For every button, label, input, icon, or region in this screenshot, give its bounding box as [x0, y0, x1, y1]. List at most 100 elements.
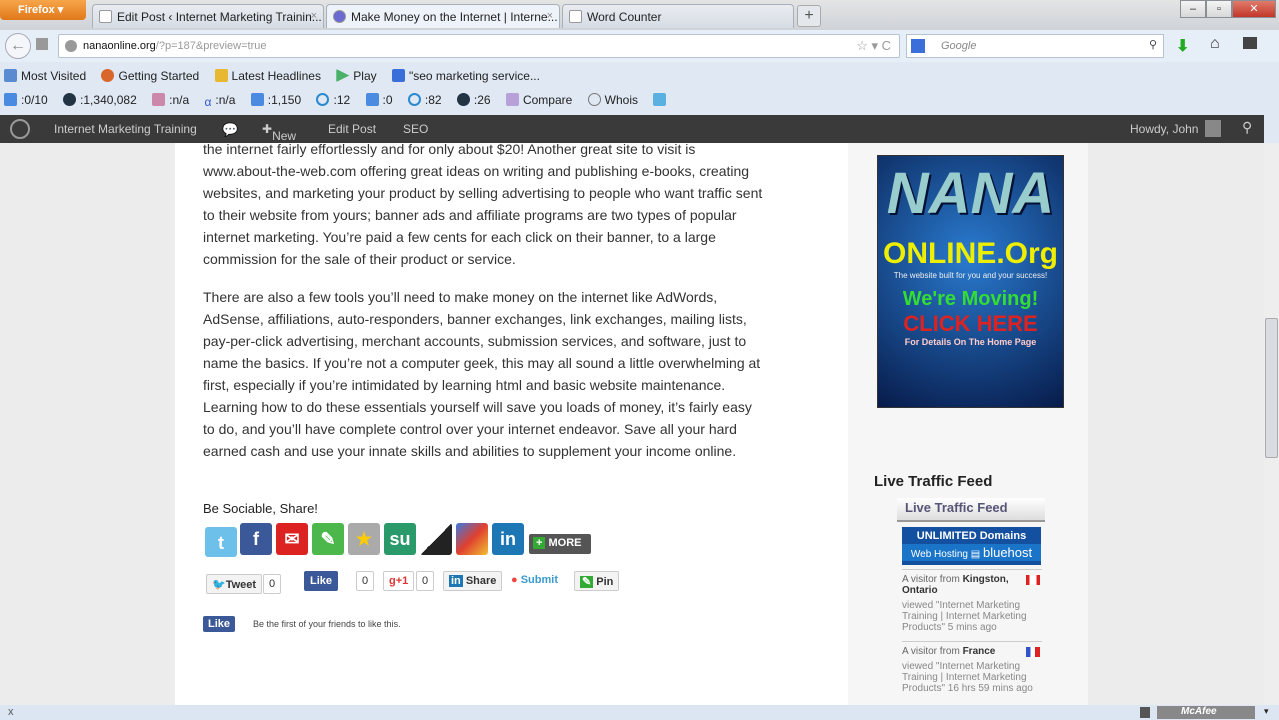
twitter-bird-icon: 🐦 [212, 579, 226, 591]
bookmark-getting-started[interactable]: Getting Started [101, 69, 205, 83]
facebook-like-button[interactable]: Like [304, 571, 339, 591]
page-content: the internet fairly effortlessly and for… [0, 143, 1264, 705]
addon-icon[interactable] [1140, 707, 1150, 718]
history-icon[interactable] [36, 38, 48, 50]
wp-site-link[interactable]: Internet Marketing Training [54, 122, 197, 136]
close-addon-bar-button[interactable]: x [8, 706, 14, 718]
google-links[interactable]: :0 [365, 93, 399, 107]
search-icon[interactable]: ⚲ [1242, 119, 1252, 136]
wp-new-button[interactable]: ✚ New [262, 122, 296, 143]
bookmark-latest-headlines[interactable]: Latest Headlines [214, 69, 327, 83]
google-icon [391, 69, 405, 82]
backlinks[interactable]: :26 [456, 93, 497, 107]
scrollbar-thumb[interactable] [1265, 318, 1278, 458]
live-traffic-feed-header[interactable]: Live Traffic Feed [897, 498, 1045, 522]
back-button[interactable]: ← [5, 33, 31, 59]
canada-flag-icon [1026, 575, 1040, 585]
facebook-share-icon[interactable]: f [240, 523, 272, 555]
page-icon [569, 10, 582, 23]
bluehost-ad[interactable]: UNLIMITED Domains Web Hosting ▤ bluehost [902, 527, 1041, 565]
avatar[interactable] [1205, 120, 1221, 137]
home-icon[interactable]: ⌂ [1210, 35, 1220, 53]
alexa-rank[interactable]: :1,340,082 [63, 93, 143, 107]
bing-icon [407, 93, 421, 106]
wordpress-logo-icon[interactable] [10, 119, 30, 139]
linkedin-share-icon[interactable]: in [492, 523, 524, 555]
seo-toolbar: :0/10 :1,340,082 :n/a α:n/a :1,150 :12 :… [0, 88, 1279, 114]
twitter-button[interactable] [653, 93, 670, 107]
tab-edit-post[interactable]: Edit Post ‹ Internet Marketing Trainin..… [92, 4, 324, 28]
chevron-down-icon[interactable]: ▾ [1264, 706, 1269, 717]
mcafee-button[interactable]: McAfee [1157, 706, 1255, 719]
bing-index[interactable]: :12 [316, 93, 356, 107]
pin-icon: ✎ [580, 576, 594, 588]
alexa-stat[interactable]: α:n/a [204, 93, 241, 109]
bookmarks-menu-icon[interactable] [1243, 37, 1257, 49]
firefox-icon [101, 69, 115, 82]
site-identity-icon [65, 40, 77, 52]
facebook-like-box-button[interactable]: Like [203, 616, 236, 632]
facebook-like-text: Be the first of your friends to like thi… [253, 619, 401, 629]
google-index[interactable]: :1,150 [250, 93, 307, 107]
tweet-count: 0 [263, 574, 282, 594]
nanaonline-ad-banner[interactable]: NANA ONLINE.Org The website built for yo… [877, 155, 1064, 408]
france-flag-icon [1026, 647, 1040, 657]
tweet-button[interactable]: 🐦Tweet [206, 574, 263, 594]
bookmarks-toolbar: Most Visited Getting Started Latest Head… [0, 64, 1279, 88]
bookmark-play[interactable]: Play [336, 69, 382, 83]
search-input[interactable]: Google ⚲ [906, 34, 1164, 58]
pin-share-icon[interactable]: ✎ [312, 523, 344, 555]
comments-icon[interactable]: 💬 [222, 122, 238, 138]
widget-heading: Live Traffic Feed [874, 473, 993, 490]
globe-icon [333, 10, 346, 23]
bookmark-seo-marketing[interactable]: "seo marketing service... [391, 69, 546, 83]
pagerank[interactable]: :0/10 [4, 93, 54, 107]
compare-button[interactable]: Compare [505, 93, 578, 107]
close-tab-icon[interactable]: × [547, 10, 553, 22]
compete-rank[interactable]: :n/a [152, 93, 195, 107]
help-icon [587, 93, 601, 106]
twitter-share-icon[interactable]: t [205, 527, 237, 557]
new-tab-button[interactable]: + [797, 5, 821, 27]
tab-word-counter[interactable]: Word Counter [562, 4, 794, 28]
close-tab-icon[interactable]: × [311, 10, 317, 22]
share-heading: Be Sociable, Share! [203, 501, 318, 516]
google-icon [911, 39, 925, 53]
bookmark-most-visited[interactable]: Most Visited [4, 69, 92, 83]
google-icon [250, 93, 264, 106]
wp-account-menu[interactable]: Howdy, John [1130, 122, 1198, 136]
whois-button[interactable]: Whois [587, 93, 644, 107]
page-icon [99, 10, 112, 23]
wp-seo-menu[interactable]: SEO [403, 122, 428, 136]
wp-admin-bar: Internet Marketing Training 💬 ✚ New Edit… [0, 115, 1264, 143]
visitor-entry: A visitor from Kingston, Ontario viewed … [902, 569, 1042, 633]
stumbleupon-share-icon[interactable]: su [384, 523, 416, 555]
google-plus-button[interactable]: g+1 [383, 571, 415, 591]
download-icon[interactable]: ⬇ [1176, 36, 1189, 56]
reload-bookmark-icons[interactable]: ☆ ▾ C [856, 38, 891, 54]
status-bar: x McAfee ▾ [0, 705, 1279, 720]
firefox-menu-button[interactable]: Firefox ▾ [0, 0, 86, 20]
maximize-button[interactable]: ▫ [1206, 0, 1232, 18]
url-bar[interactable]: nanaonline.org/?p=187&preview=true ☆ ▾ C [58, 34, 900, 58]
bookmark-icon [4, 69, 17, 82]
gmail-share-icon[interactable]: ✉ [276, 523, 308, 555]
tab-make-money[interactable]: Make Money on the Internet | Interne... × [326, 4, 560, 28]
more-share-button[interactable]: + MORE [529, 534, 591, 554]
article-paragraph: the internet fairly effortlessly and for… [203, 143, 763, 267]
favorites-share-icon[interactable]: ★ [348, 523, 380, 555]
minimize-button[interactable]: – [1180, 0, 1206, 18]
search-icon[interactable]: ⚲ [1149, 38, 1157, 51]
pin-button[interactable]: ✎ Pin [574, 571, 620, 591]
google-bookmarks-share-icon[interactable] [456, 523, 488, 555]
reddit-submit-button[interactable]: ● Submit [506, 571, 563, 591]
plus-count: 0 [416, 571, 435, 591]
linkedin-share-button[interactable]: in Share [443, 571, 503, 591]
close-window-button[interactable]: ✕ [1232, 0, 1276, 18]
delicious-share-icon[interactable] [420, 523, 452, 555]
visitor-entry: A visitor from France viewed "Internet M… [902, 641, 1042, 694]
alpha-icon: α [204, 95, 212, 109]
rss-icon [214, 69, 228, 82]
bing-links[interactable]: :82 [407, 93, 448, 107]
wp-edit-post-link[interactable]: Edit Post [328, 122, 376, 136]
